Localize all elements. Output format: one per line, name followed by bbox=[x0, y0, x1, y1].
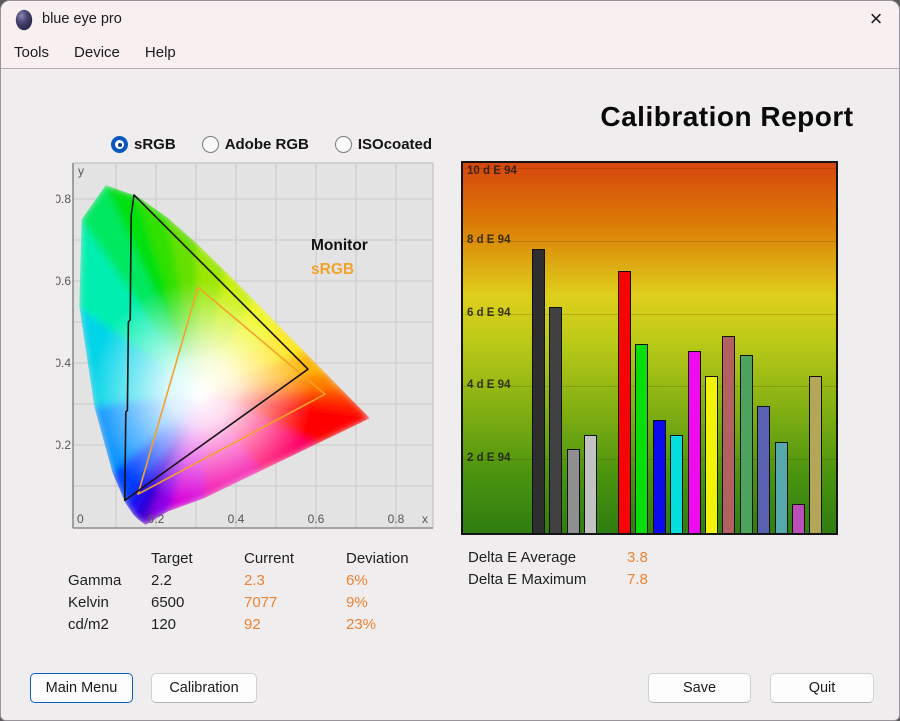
current-value: 7077 bbox=[244, 594, 278, 611]
delta-e-bar-chart: 10 d E 94 8 d E 94 6 d E 94 4 d E 94 2 d E 9… bbox=[461, 161, 838, 535]
radio-isocoated[interactable]: ISOcoated bbox=[334, 136, 433, 153]
chart-ytick-label: 6 d E 94 bbox=[467, 306, 511, 319]
x-tick-label: 0.6 bbox=[308, 512, 325, 526]
radio-unselected-icon[interactable] bbox=[334, 136, 352, 153]
chart-ytick-label: 8 d E 94 bbox=[467, 233, 511, 246]
legend-srgb-label: sRGB bbox=[311, 261, 354, 278]
delta-e-bar-red bbox=[618, 270, 631, 533]
chart-gridline bbox=[463, 386, 836, 388]
col-header-target: Target bbox=[151, 550, 193, 567]
quit-button[interactable]: Quit bbox=[770, 673, 874, 703]
legend-monitor-label: Monitor bbox=[311, 237, 368, 254]
y-tick-label: 0.2 bbox=[56, 438, 71, 452]
target-value: 6500 bbox=[151, 594, 185, 611]
x-tick-label: 0.4 bbox=[228, 512, 245, 526]
app-window: blue eye pro × Tools Device Help sRGB Adobe… bbox=[0, 0, 900, 721]
radio-label: sRGB bbox=[134, 136, 176, 153]
current-value: 92 bbox=[244, 616, 261, 633]
chart-ytick-label: 2 d E 94 bbox=[467, 452, 511, 465]
x-tick-label: 0 bbox=[77, 512, 84, 526]
delta-e-bar-dark-khaki bbox=[809, 376, 823, 533]
target-value: 2.2 bbox=[151, 572, 172, 589]
cie-chromaticity-diagram: y x 0.2 0.4 0.6 0.8 0 0.2 0.4 0.6 0.8 Monitor sRGB bbox=[56, 162, 434, 529]
close-icon: × bbox=[869, 5, 883, 31]
deviation-value: 6% bbox=[346, 572, 368, 589]
chart-ytick-label: 10 d E 94 bbox=[467, 165, 517, 177]
title-bar: blue eye pro × bbox=[1, 1, 899, 37]
delta-label: Delta E Maximum bbox=[468, 571, 587, 588]
delta-e-bar-magenta bbox=[687, 351, 701, 533]
chart-gridline bbox=[463, 168, 836, 169]
calibration-button[interactable]: Calibration bbox=[151, 673, 257, 703]
y-axis-title: y bbox=[78, 164, 84, 178]
delta-e-bar-orchid bbox=[792, 503, 805, 533]
x-tick-label: 0.8 bbox=[388, 512, 405, 526]
radio-adobe-rgb[interactable]: Adobe RGB bbox=[201, 136, 309, 153]
close-button[interactable]: × bbox=[853, 1, 899, 36]
row-label: Kelvin bbox=[68, 594, 109, 611]
delta-label: Delta E Average bbox=[468, 549, 577, 566]
delta-e-bar-light-gray bbox=[584, 434, 598, 533]
delta-e-bar-dark-gray bbox=[549, 307, 563, 533]
x-tick-label: 0.2 bbox=[148, 512, 165, 526]
menu-item-tools[interactable]: Tools bbox=[14, 44, 49, 61]
radio-label: ISOcoated bbox=[357, 136, 433, 153]
row-label: Gamma bbox=[68, 572, 122, 589]
delta-e-bar-sea-green bbox=[739, 354, 753, 533]
delta-e-bar-gray bbox=[566, 449, 580, 533]
target-profile-radios: sRGB Adobe RGB ISOcoated bbox=[111, 136, 432, 153]
radio-label: Adobe RGB bbox=[224, 136, 309, 153]
row-label: cd/m2 bbox=[68, 616, 109, 633]
delta-e-bar-cadet-blue bbox=[774, 442, 788, 533]
deviation-value: 9% bbox=[346, 594, 368, 611]
delta-value: 7.8 bbox=[627, 571, 648, 588]
save-button[interactable]: Save bbox=[648, 673, 751, 703]
delta-e-bar-rosy-brown bbox=[722, 336, 736, 533]
radio-unselected-icon[interactable] bbox=[201, 136, 219, 153]
target-value: 120 bbox=[151, 616, 177, 633]
chart-gridline bbox=[463, 240, 836, 242]
main-menu-button[interactable]: Main Menu bbox=[30, 673, 133, 703]
y-tick-label: 0.4 bbox=[56, 356, 71, 370]
y-tick-label: 0.6 bbox=[56, 274, 71, 288]
page-title: Calibration Report bbox=[600, 101, 854, 132]
radio-selected-icon[interactable] bbox=[111, 136, 128, 153]
delta-e-bar-black bbox=[532, 249, 545, 533]
window-title: blue eye pro bbox=[42, 11, 122, 27]
delta-e-bar-yellow bbox=[705, 376, 718, 533]
deviation-value: 23% bbox=[346, 616, 377, 633]
menu-item-device[interactable]: Device bbox=[74, 44, 120, 61]
col-header-current: Current bbox=[244, 550, 295, 567]
chart-ytick-label: 4 d E 94 bbox=[467, 379, 511, 392]
radio-srgb[interactable]: sRGB bbox=[111, 136, 176, 153]
report-content: sRGB Adobe RGB ISOcoated Calibration Repor… bbox=[1, 69, 899, 720]
menu-bar: Tools Device Help bbox=[1, 37, 899, 69]
delta-e-bar-slate-blue bbox=[757, 405, 771, 533]
delta-e-bar-cyan bbox=[670, 434, 684, 533]
x-axis-title: x bbox=[422, 512, 428, 526]
menu-item-help[interactable]: Help bbox=[145, 44, 176, 61]
delta-e-bar-blue bbox=[652, 420, 666, 533]
delta-value: 3.8 bbox=[627, 549, 648, 566]
col-header-deviation: Deviation bbox=[346, 550, 409, 567]
delta-e-bar-green bbox=[635, 343, 649, 533]
app-egg-icon bbox=[15, 9, 33, 31]
y-tick-label: 0.8 bbox=[56, 192, 71, 206]
chart-gridline bbox=[463, 313, 836, 315]
current-value: 2.3 bbox=[244, 572, 265, 589]
